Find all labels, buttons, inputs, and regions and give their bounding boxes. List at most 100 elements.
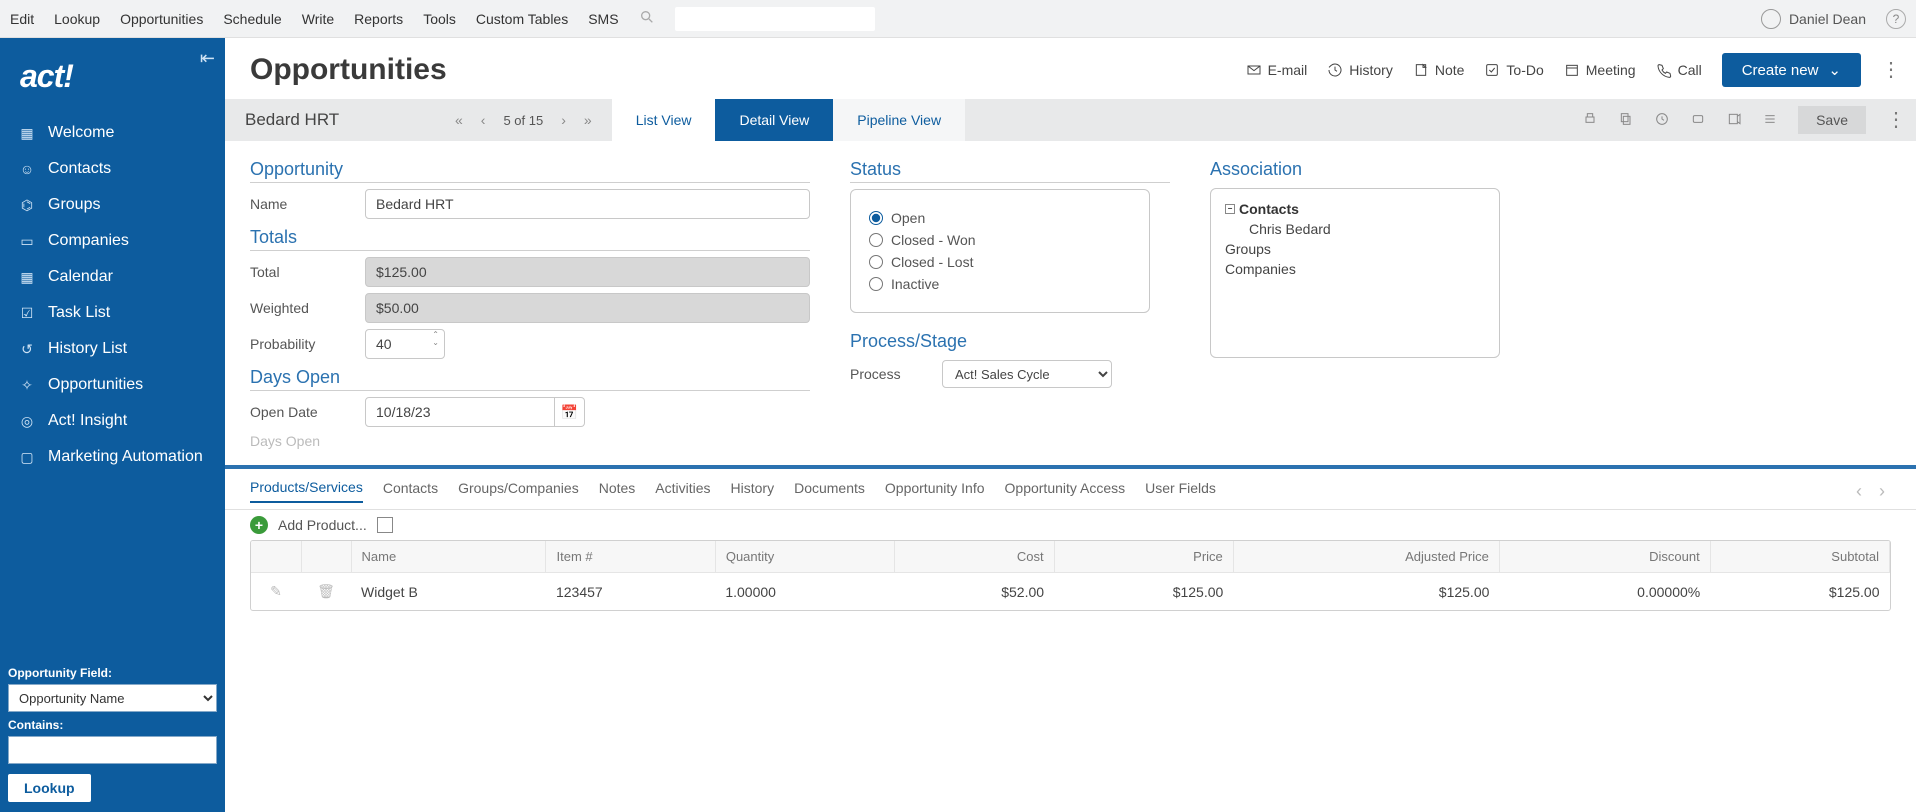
btab-user-fields[interactable]: User Fields bbox=[1145, 480, 1216, 502]
btab-opp-access[interactable]: Opportunity Access bbox=[1005, 480, 1126, 502]
tab-detail-view[interactable]: Detail View bbox=[715, 99, 833, 141]
edit-row-icon[interactable]: ✎ bbox=[270, 583, 282, 600]
menu-edit[interactable]: Edit bbox=[10, 11, 34, 27]
print-icon[interactable] bbox=[1582, 111, 1598, 130]
process-select[interactable]: Act! Sales Cycle bbox=[942, 360, 1112, 388]
sidebar-item-label: Contacts bbox=[48, 160, 111, 178]
tab-pipeline-view[interactable]: Pipeline View bbox=[833, 99, 965, 141]
status-open-radio[interactable] bbox=[869, 211, 883, 225]
assoc-group-label: Contacts bbox=[1239, 201, 1299, 217]
btab-notes[interactable]: Notes bbox=[599, 480, 636, 502]
lookup-button[interactable]: Lookup bbox=[8, 774, 91, 802]
section-association: Association bbox=[1210, 159, 1510, 182]
menu-opportunities[interactable]: Opportunities bbox=[120, 11, 203, 27]
open-date-input[interactable] bbox=[365, 397, 555, 427]
columns-icon[interactable] bbox=[377, 517, 393, 533]
status-lost-radio[interactable] bbox=[869, 255, 883, 269]
assoc-groups-header[interactable]: Groups bbox=[1225, 241, 1485, 257]
menu-tools[interactable]: Tools bbox=[423, 11, 456, 27]
col-adj[interactable]: Adjusted Price bbox=[1233, 541, 1499, 573]
copy-icon[interactable] bbox=[1618, 111, 1634, 130]
tab-scroll-arrows[interactable]: ‹ › bbox=[1856, 481, 1891, 502]
action-history[interactable]: History bbox=[1327, 62, 1393, 78]
assoc-companies-header[interactable]: Companies bbox=[1225, 261, 1485, 277]
more-actions-icon[interactable]: ⋮ bbox=[1881, 65, 1891, 75]
sidebar-item-marketing[interactable]: ▢Marketing Automation bbox=[0, 439, 225, 475]
cell-disc: 0.00000% bbox=[1499, 573, 1710, 611]
status-inactive-radio[interactable] bbox=[869, 277, 883, 291]
status-option-label: Closed - Won bbox=[891, 232, 976, 248]
help-icon[interactable]: ? bbox=[1886, 9, 1906, 29]
sidebar-item-opportunities[interactable]: ✧Opportunities bbox=[0, 367, 225, 403]
viewbar-more-icon[interactable]: ⋮ bbox=[1886, 115, 1896, 125]
col-cost[interactable]: Cost bbox=[895, 541, 1054, 573]
save-button[interactable]: Save bbox=[1798, 106, 1866, 134]
sidebar-item-welcome[interactable]: ▦Welcome bbox=[0, 115, 225, 151]
action-email[interactable]: E-mail bbox=[1246, 62, 1308, 78]
sidebar-item-insight[interactable]: ◎Act! Insight bbox=[0, 403, 225, 439]
contains-input[interactable] bbox=[8, 736, 217, 764]
current-user[interactable]: Daniel Dean bbox=[1761, 9, 1866, 29]
menu-lookup[interactable]: Lookup bbox=[54, 11, 100, 27]
assoc-contacts-header[interactable]: −Contacts bbox=[1225, 201, 1485, 217]
btab-groups[interactable]: Groups/Companies bbox=[458, 480, 579, 502]
create-new-button[interactable]: Create new⌄ bbox=[1722, 53, 1861, 87]
last-page-icon[interactable]: » bbox=[584, 112, 592, 128]
col-price[interactable]: Price bbox=[1054, 541, 1233, 573]
sidebar-item-calendar[interactable]: ▦Calendar bbox=[0, 259, 225, 295]
action-call[interactable]: Call bbox=[1656, 62, 1702, 78]
monitor-icon: ▢ bbox=[18, 448, 36, 466]
menu-schedule[interactable]: Schedule bbox=[223, 11, 281, 27]
col-item[interactable]: Item # bbox=[546, 541, 715, 573]
sidebar-item-companies[interactable]: ▭Companies bbox=[0, 223, 225, 259]
table-row[interactable]: ✎ 🗑 Widget B 123457 1.00000 $52.00 $125.… bbox=[251, 573, 1890, 611]
export-icon[interactable] bbox=[1726, 111, 1742, 130]
global-search-input[interactable] bbox=[675, 7, 875, 31]
btab-documents[interactable]: Documents bbox=[794, 480, 865, 502]
sidebar-item-history-list[interactable]: ↺History List bbox=[0, 331, 225, 367]
list-icon[interactable] bbox=[1762, 111, 1778, 130]
action-note[interactable]: Note bbox=[1413, 62, 1465, 78]
add-product-label[interactable]: Add Product... bbox=[278, 517, 367, 533]
opportunity-field-select[interactable]: Opportunity Name bbox=[8, 684, 217, 712]
sidebar-item-task-list[interactable]: ☑Task List bbox=[0, 295, 225, 331]
prev-page-icon[interactable]: ‹ bbox=[481, 112, 486, 128]
next-page-icon[interactable]: › bbox=[561, 112, 566, 128]
add-product-icon[interactable]: + bbox=[250, 516, 268, 534]
menu-reports[interactable]: Reports bbox=[354, 11, 403, 27]
tab-list-view[interactable]: List View bbox=[612, 99, 716, 141]
action-meeting[interactable]: Meeting bbox=[1564, 62, 1636, 78]
btab-products[interactable]: Products/Services bbox=[250, 479, 363, 503]
col-sub[interactable]: Subtotal bbox=[1710, 541, 1889, 573]
total-value bbox=[365, 257, 810, 287]
total-label: Total bbox=[250, 264, 355, 280]
menu-sms[interactable]: SMS bbox=[588, 11, 618, 27]
menu-write[interactable]: Write bbox=[302, 11, 334, 27]
col-name[interactable]: Name bbox=[351, 541, 546, 573]
action-todo[interactable]: To-Do bbox=[1484, 62, 1543, 78]
cell-name: Widget B bbox=[351, 573, 546, 611]
sidebar-item-contacts[interactable]: ☺Contacts bbox=[0, 151, 225, 187]
btab-contacts[interactable]: Contacts bbox=[383, 480, 438, 502]
assoc-contact-item[interactable]: Chris Bedard bbox=[1225, 221, 1485, 237]
menu-custom-tables[interactable]: Custom Tables bbox=[476, 11, 568, 27]
status-won-radio[interactable] bbox=[869, 233, 883, 247]
weighted-label: Weighted bbox=[250, 300, 355, 316]
btab-activities[interactable]: Activities bbox=[655, 480, 710, 502]
badge-icon[interactable] bbox=[1690, 111, 1706, 130]
btab-history[interactable]: History bbox=[731, 480, 775, 502]
status-option-label: Inactive bbox=[891, 276, 939, 292]
col-qty[interactable]: Quantity bbox=[715, 541, 894, 573]
eye-icon: ◎ bbox=[18, 412, 36, 430]
sidebar-item-groups[interactable]: ⌬Groups bbox=[0, 187, 225, 223]
probability-input[interactable] bbox=[365, 329, 445, 359]
btab-opp-info[interactable]: Opportunity Info bbox=[885, 480, 985, 502]
delete-row-icon[interactable]: 🗑 bbox=[317, 583, 335, 600]
name-input[interactable] bbox=[365, 189, 810, 219]
first-page-icon[interactable]: « bbox=[455, 112, 463, 128]
col-disc[interactable]: Discount bbox=[1499, 541, 1710, 573]
calendar-picker-icon[interactable]: 📅 bbox=[555, 397, 585, 427]
refresh-icon[interactable] bbox=[1654, 111, 1670, 130]
collapse-sidebar-icon[interactable]: ⇤ bbox=[200, 48, 215, 69]
phone-icon bbox=[1656, 62, 1672, 78]
